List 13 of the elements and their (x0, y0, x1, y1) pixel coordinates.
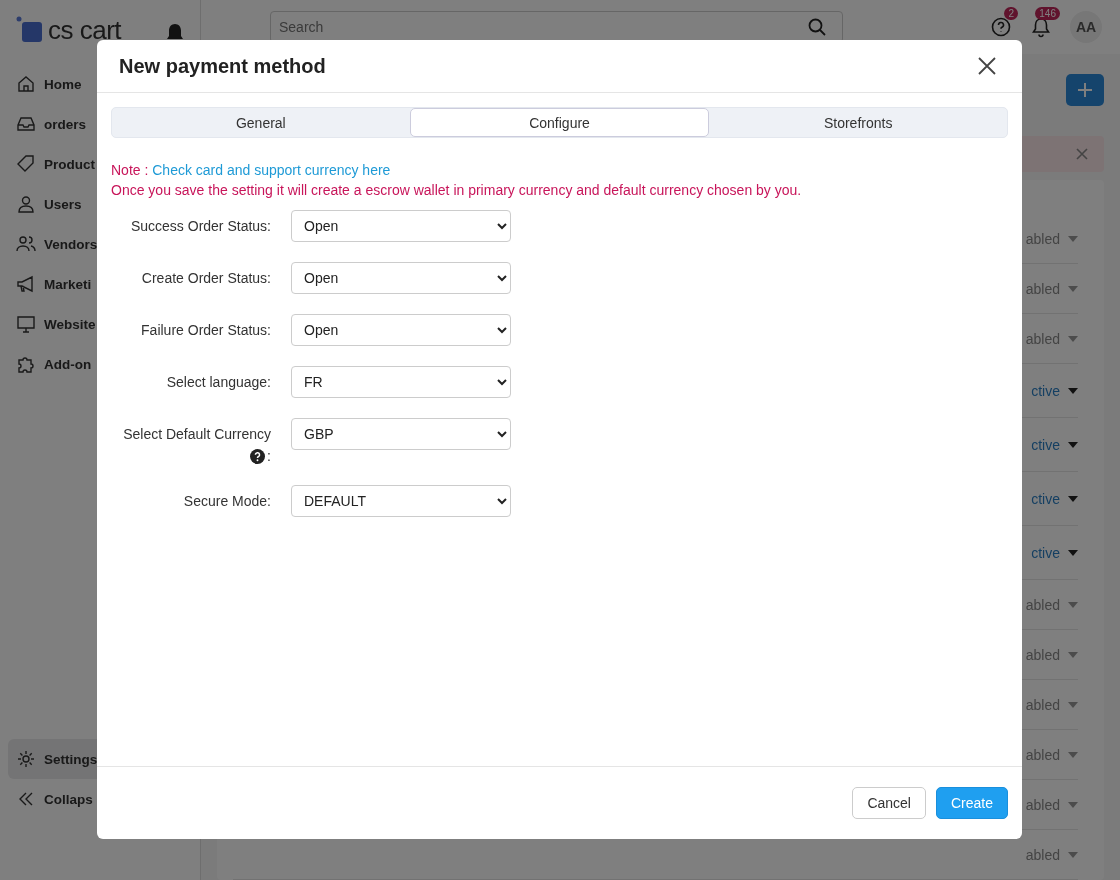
field-label: Success Order Status: (130, 217, 271, 235)
dialog-title: New payment method (119, 54, 326, 78)
notification-badge: 146 (1035, 7, 1060, 20)
note-text: Once you save the setting it will create a escrow wallet in primary currency and default currency chosen by you. (111, 181, 803, 200)
note-label: Note : (111, 162, 150, 178)
field-label: Create Order Status: (141, 269, 271, 287)
field-label: Select language: (166, 373, 271, 391)
notification-badge: 2 (1004, 7, 1018, 20)
brand-name: cs cart (48, 14, 122, 46)
field-label: Secure Mode: (183, 492, 271, 510)
field-label: Select Default Currency (123, 425, 271, 443)
field-label: Failure Order Status: (141, 321, 271, 339)
label-colon: : (267, 447, 271, 465)
